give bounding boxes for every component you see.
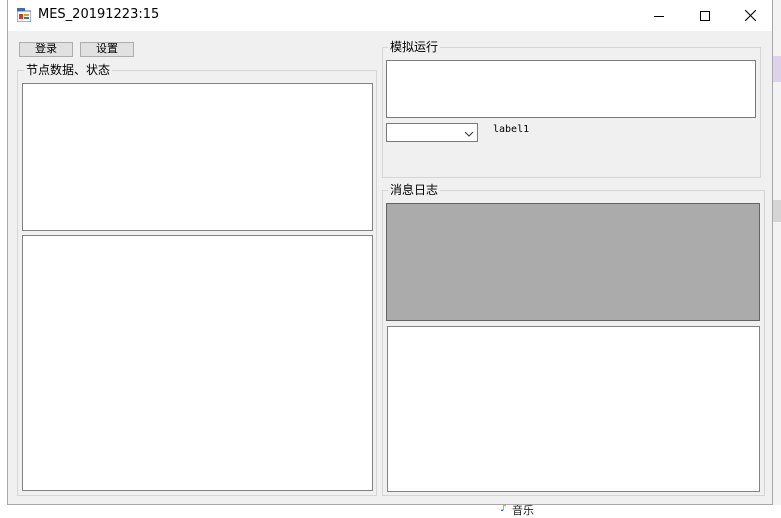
node-status-panel[interactable] xyxy=(22,235,373,491)
close-icon xyxy=(744,10,756,21)
simulation-dropdown[interactable] xyxy=(386,123,478,142)
window-title: MES_20191223:15 xyxy=(38,7,160,22)
minimize-icon xyxy=(654,11,664,21)
simulation-group-label: 模拟运行 xyxy=(388,40,441,54)
settings-button[interactable]: 设置 xyxy=(80,42,134,57)
main-window: MES_20191223:15 登录 设置 节点数据、状态 模拟运行 label… xyxy=(7,0,773,505)
chevron-down-icon xyxy=(464,128,474,142)
background-gray-block xyxy=(772,200,781,222)
simulation-textbox[interactable] xyxy=(386,60,756,118)
node-data-panel[interactable] xyxy=(22,83,373,231)
close-button[interactable] xyxy=(727,0,773,31)
minimize-button[interactable] xyxy=(636,0,682,31)
login-button[interactable]: 登录 xyxy=(19,42,73,57)
node-data-group-label: 节点数据、状态 xyxy=(24,63,113,77)
maximize-icon xyxy=(700,10,710,21)
message-log-textbox[interactable] xyxy=(387,326,760,492)
background-bottom-strip xyxy=(0,505,781,514)
background-accent-block xyxy=(772,56,781,82)
message-log-group-label: 消息日志 xyxy=(388,183,441,197)
title-bar[interactable]: MES_20191223:15 xyxy=(8,0,772,31)
app-icon xyxy=(16,8,32,23)
simulation-label: label1 xyxy=(493,124,530,135)
maximize-button[interactable] xyxy=(682,0,728,31)
message-log-status-panel xyxy=(386,203,760,321)
